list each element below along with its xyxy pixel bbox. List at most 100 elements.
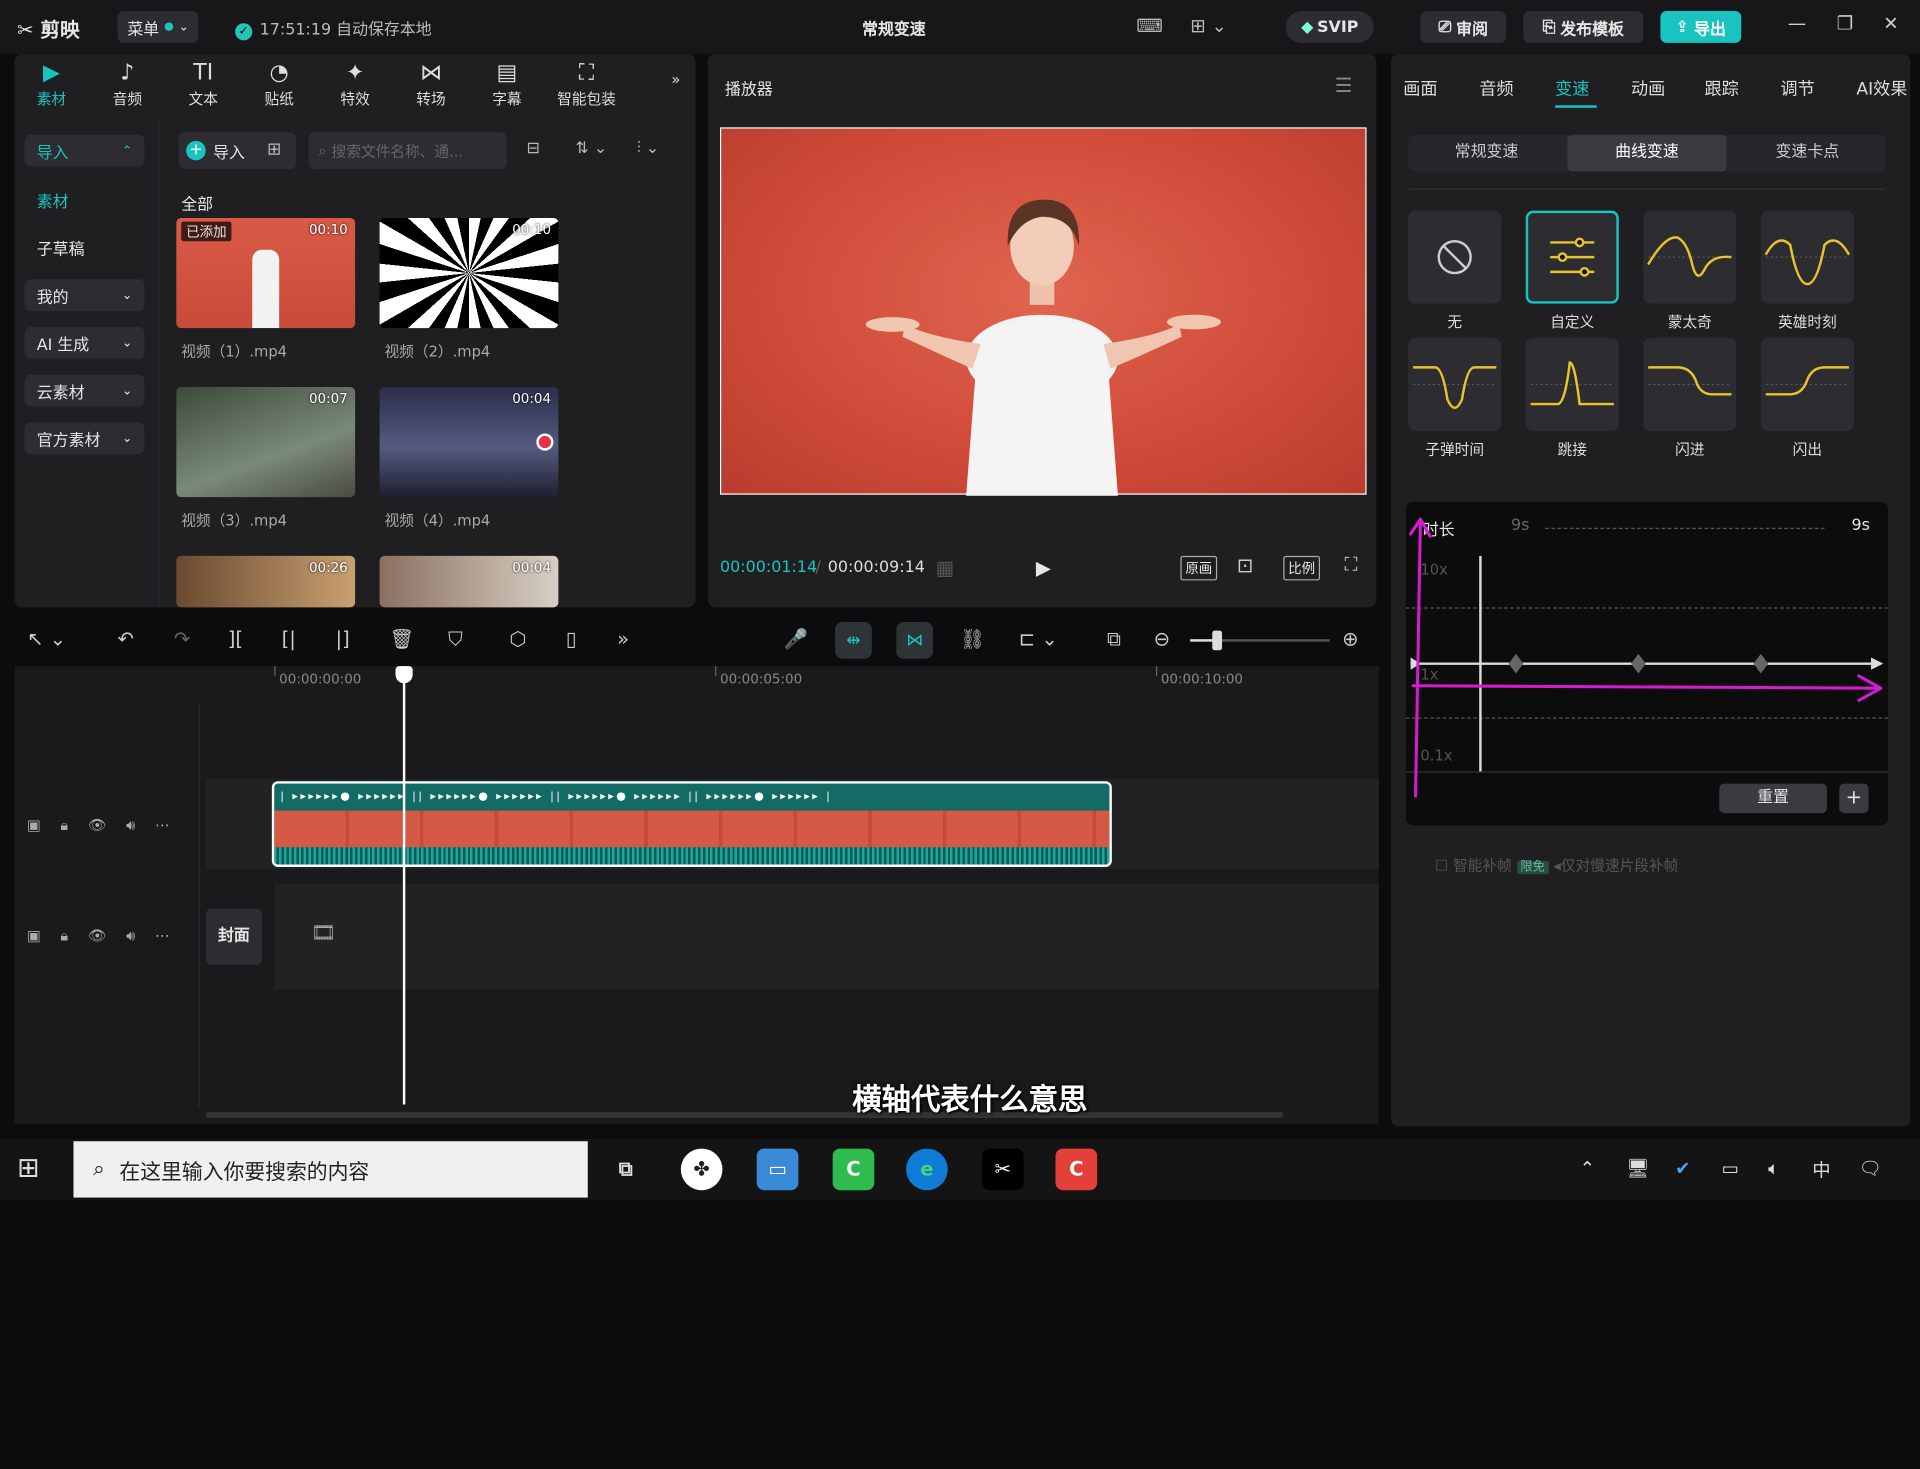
more-tabs-icon[interactable]: »: [651, 71, 700, 88]
zoom-in-icon[interactable]: ⊕: [1342, 627, 1358, 650]
sort-icon[interactable]: ⇅ ⌄: [576, 140, 608, 158]
search-input[interactable]: ⌕ 搜索文件名称、通...: [308, 132, 507, 169]
trim-right-icon[interactable]: |]: [336, 627, 350, 650]
lock-icon[interactable]: 🔒︎: [60, 816, 68, 834]
close-icon[interactable]: ✕: [1883, 12, 1898, 34]
tray-check-icon[interactable]: ✔: [1675, 1157, 1690, 1179]
tab-speed[interactable]: 变速: [1555, 76, 1589, 100]
media-thumb-3[interactable]: 00:07: [176, 386, 356, 498]
app-icon-folder[interactable]: ▭: [756, 1148, 799, 1191]
tray-network-icon[interactable]: 🖥︎: [1626, 1157, 1649, 1179]
undo-icon[interactable]: ↶: [118, 627, 134, 650]
media-thumb-1[interactable]: 已添加 00:10: [176, 217, 356, 329]
speaker-icon[interactable]: 🔊︎: [126, 926, 135, 944]
media-thumb-2[interactable]: 00:10: [379, 217, 559, 329]
more-icon[interactable]: ⋯: [155, 817, 170, 834]
app-icon-edge[interactable]: e: [906, 1148, 948, 1191]
zoom-out-icon[interactable]: ⊖: [1153, 627, 1169, 650]
sidebar-item-mine[interactable]: 我的 ⌄: [24, 279, 145, 312]
microphone-icon[interactable]: 🎤: [784, 627, 808, 650]
eye-icon[interactable]: 👁︎: [88, 927, 107, 944]
preset-none[interactable]: [1408, 210, 1502, 304]
svip-button[interactable]: ◆ SVIP: [1285, 11, 1374, 43]
tab-curve-speed[interactable]: 曲线变速: [1567, 134, 1727, 172]
tab-tracking[interactable]: 跟踪: [1705, 76, 1739, 100]
fullscreen-icon[interactable]: ⛶: [1345, 553, 1358, 575]
video-clip[interactable]: | ▸▸▸▸▸▸● ▸▸▸▸▸▸ || ▸▸▸▸▸▸● ▸▸▸▸▸▸ || ▸▸…: [271, 781, 1112, 867]
eye-icon[interactable]: 👁︎: [88, 817, 107, 834]
cover-button[interactable]: 封面: [205, 908, 263, 965]
speaker-icon[interactable]: 🔊︎: [126, 816, 135, 834]
media-thumb-4[interactable]: 00:04: [379, 386, 559, 498]
more-icon[interactable]: ⋯: [155, 927, 170, 944]
reset-button[interactable]: 重置: [1719, 783, 1827, 814]
notification-icon[interactable]: 🗨︎: [1859, 1157, 1882, 1179]
trim-left-icon[interactable]: [|: [282, 627, 296, 650]
select-cursor-icon[interactable]: ↖ ⌄: [27, 627, 66, 650]
ratio-button[interactable]: 比例: [1283, 555, 1321, 581]
tray-volume-icon[interactable]: 🔈︎: [1768, 1157, 1779, 1179]
hamburger-icon[interactable]: ☰: [1335, 73, 1353, 96]
app-icon-green[interactable]: C: [832, 1148, 875, 1191]
app-icon-capcut[interactable]: ✂: [982, 1148, 1024, 1191]
tab-material[interactable]: ▶ 素材: [17, 59, 86, 109]
keyboard-icon[interactable]: ⌨: [1136, 15, 1163, 37]
playhead-handle[interactable]: [395, 666, 413, 684]
tab-smart-pack[interactable]: ⛶ 智能包装: [549, 59, 625, 109]
playhead[interactable]: [402, 666, 406, 1105]
tab-prop-audio[interactable]: 音频: [1479, 76, 1513, 100]
publish-template-button[interactable]: ⎘ 发布模板: [1523, 11, 1644, 43]
frame-grid-icon[interactable]: ▦: [936, 556, 955, 579]
marker-icon[interactable]: ⬡: [509, 627, 526, 650]
layout-toggle-icon[interactable]: ⊟: [527, 140, 540, 158]
media-thumb-6[interactable]: 00:04: [379, 555, 559, 608]
layout-icon[interactable]: ⊞ ⌄: [1190, 15, 1227, 37]
preset-flash-out[interactable]: [1760, 337, 1854, 432]
tab-transition[interactable]: ⋈ 转场: [397, 59, 466, 109]
screenshot-icon[interactable]: ⧉: [1107, 627, 1121, 651]
filter-icon[interactable]: ⫶ ⌄: [637, 140, 659, 158]
magnet-snap-icon[interactable]: ⇹: [835, 622, 872, 659]
zoom-slider-handle[interactable]: [1212, 630, 1223, 651]
more-tools-icon[interactable]: »: [617, 627, 629, 650]
restore-icon[interactable]: ❐: [1837, 12, 1853, 34]
ime-indicator[interactable]: 中: [1812, 1157, 1830, 1183]
preview-axis-icon[interactable]: ⊏ ⌄: [1019, 627, 1058, 650]
tab-text[interactable]: TI 文本: [169, 59, 238, 109]
original-quality-button[interactable]: 原画: [1180, 555, 1218, 581]
add-keyframe-button[interactable]: +: [1839, 783, 1869, 814]
sidebar-item-official[interactable]: 官方素材 ⌄: [24, 422, 145, 455]
auto-snap-icon[interactable]: ⋈: [896, 622, 934, 659]
link-icon[interactable]: ⛓: [960, 627, 985, 650]
grid-view-icon[interactable]: ⊞: [267, 140, 281, 160]
windows-start-icon[interactable]: ⊞: [17, 1153, 40, 1184]
sidebar-item-ai[interactable]: AI 生成 ⌄: [24, 326, 145, 359]
preset-hero[interactable]: [1760, 210, 1854, 304]
sidebar-item-material[interactable]: 素材: [24, 184, 144, 216]
split-icon[interactable]: ][: [228, 627, 243, 650]
tab-ai-effects[interactable]: AI效果: [1856, 76, 1910, 100]
tab-subtitle[interactable]: ▤ 字幕: [473, 59, 542, 109]
crop-icon[interactable]: ▯: [566, 627, 577, 650]
tab-audio[interactable]: ♪ 音频: [93, 59, 162, 109]
speed-curve-editor[interactable]: 时长 9s 9s 10x 1x 0.1x 重置 +: [1405, 502, 1889, 826]
tab-effects[interactable]: ✦ 特效: [321, 59, 390, 109]
video-preview[interactable]: [720, 127, 1367, 496]
lock-icon[interactable]: 🔒︎: [60, 926, 68, 944]
review-button[interactable]: ⎚ 审阅: [1420, 11, 1507, 43]
redo-icon[interactable]: ↷: [174, 627, 190, 650]
sidebar-item-subdraft[interactable]: 子草稿: [24, 231, 144, 263]
tab-beat-speed[interactable]: 变速卡点: [1729, 135, 1886, 172]
export-button[interactable]: ⇪ 导出: [1660, 11, 1742, 43]
taskbar-search-input[interactable]: ⌕ 在这里输入你要搜索的内容: [73, 1141, 588, 1198]
preset-bullet-time[interactable]: [1408, 337, 1502, 432]
preset-montage[interactable]: [1643, 210, 1737, 304]
checkbox-icon[interactable]: ☐: [1435, 857, 1448, 874]
smart-interpolation[interactable]: ☐ 智能补帧 限免 ◂仅对慢速片段补帧: [1435, 855, 1678, 876]
tab-picture[interactable]: 画面: [1403, 76, 1437, 100]
media-thumb-5[interactable]: 00:26: [176, 555, 356, 608]
tray-up-icon[interactable]: ⌃: [1580, 1157, 1595, 1179]
minimize-icon[interactable]: —: [1788, 12, 1806, 34]
sidebar-item-import[interactable]: 导入 ⌃: [24, 134, 145, 167]
app-icon-network[interactable]: ✤: [680, 1148, 723, 1191]
